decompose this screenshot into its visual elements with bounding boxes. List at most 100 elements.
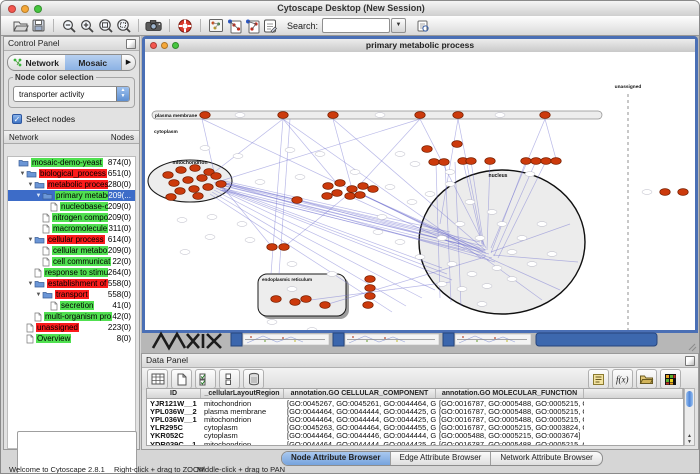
tree-row-mosaic-demo-yeast[interactable]: mosaic-demo-yeast874(0)	[8, 157, 135, 168]
vizmapper-icon[interactable]	[225, 18, 243, 34]
open-folder-icon[interactable]	[11, 18, 29, 34]
zoom-out-icon[interactable]	[60, 18, 78, 34]
column-header-ID[interactable]: ID	[147, 389, 201, 398]
minimized-window-icon[interactable]	[443, 333, 454, 346]
gene-node[interactable]	[216, 181, 226, 188]
annotation-icon[interactable]	[261, 18, 279, 34]
float-data-panel-icon[interactable]	[685, 356, 695, 366]
tree-row-multi-organism-pro[interactable]: multi-organism pro42(0)	[8, 311, 135, 322]
tree-expander-icon[interactable]: ▼	[35, 193, 42, 199]
gene-node[interactable]	[541, 158, 551, 165]
filter-icon[interactable]	[243, 18, 261, 34]
help-ring-icon[interactable]	[176, 18, 194, 34]
tab-overflow-arrow[interactable]: ▶	[121, 55, 135, 70]
table-scrollbar[interactable]: ▲▼	[684, 388, 695, 446]
select-attributes-icon[interactable]	[195, 369, 216, 389]
gene-node[interactable]	[551, 158, 561, 165]
column-header-_cellularLayoutRegion[interactable]: _cellularLayoutRegion	[201, 389, 284, 398]
gene-node[interactable]	[176, 167, 186, 174]
combo-stepper-icon[interactable]: ▲▼	[116, 87, 129, 101]
zoom-selected-icon[interactable]	[114, 18, 132, 34]
gene-node[interactable]	[290, 299, 300, 306]
gene-node[interactable]	[175, 188, 185, 195]
delete-attribute-icon[interactable]	[243, 369, 264, 389]
gene-node[interactable]	[203, 184, 213, 191]
tree-row-cell-communicat[interactable]: cell communicat22(0)	[8, 256, 135, 267]
scrollbar-thumb[interactable]	[686, 391, 693, 407]
nucleus-region[interactable]	[419, 170, 585, 314]
tree-row-unassigned[interactable]: unassigned223(0)	[8, 322, 135, 333]
gene-node[interactable]	[323, 183, 333, 190]
edge[interactable]	[545, 119, 556, 159]
gene-node[interactable]	[365, 285, 375, 292]
gene-node[interactable]	[660, 189, 670, 196]
gene-node[interactable]	[485, 158, 495, 165]
tree-row-biological-process[interactable]: ▼biological_process651(0)	[8, 168, 135, 179]
gene-node[interactable]	[169, 180, 179, 187]
label-list-icon[interactable]	[588, 369, 609, 389]
tree-row-macromolecule[interactable]: macromolecule311(0)	[8, 223, 135, 234]
gene-node[interactable]	[429, 159, 439, 166]
gene-node[interactable]	[193, 193, 203, 200]
gene-node[interactable]	[521, 158, 531, 165]
gene-node[interactable]	[415, 112, 425, 119]
tree-expander-icon[interactable]: ▼	[19, 171, 26, 177]
gene-node[interactable]	[183, 177, 193, 184]
tree-row-metabolic-process[interactable]: ▼metabolic process280(0)	[8, 179, 135, 190]
minimized-window-bar[interactable]	[536, 333, 657, 346]
tree-expander-icon[interactable]: ▼	[27, 237, 34, 243]
search-input[interactable]	[322, 18, 390, 33]
tree-header-network[interactable]: Network	[4, 133, 111, 142]
zoom-in-icon[interactable]	[78, 18, 96, 34]
tree-row-cellular-process[interactable]: ▼cellular process614(0)	[8, 234, 135, 245]
tree-row-nitrogen-compo[interactable]: nitrogen compo209(0)	[8, 212, 135, 223]
float-panel-icon[interactable]	[126, 39, 136, 49]
gene-node[interactable]	[279, 244, 289, 251]
unselect-attributes-icon[interactable]	[219, 369, 240, 389]
gene-node[interactable]	[531, 158, 541, 165]
tree-row-establishment-of-lo[interactable]: ▼establishment of lo558(0)	[8, 278, 135, 289]
gene-node[interactable]	[271, 296, 281, 303]
gene-node[interactable]	[335, 180, 345, 187]
tree-expander-icon[interactable]: ▼	[27, 182, 34, 188]
gene-node[interactable]	[363, 302, 373, 309]
table-row[interactable]: YDR039C__1mitochondrion[GO:0044464, GO:0…	[147, 440, 683, 446]
gene-node[interactable]	[453, 112, 463, 119]
gene-node[interactable]	[197, 175, 207, 182]
matrix-icon[interactable]	[660, 369, 681, 389]
gene-node[interactable]	[358, 183, 368, 190]
gene-node[interactable]	[166, 194, 176, 201]
edge[interactable]	[355, 119, 420, 190]
tree-row-secretion[interactable]: secretion41(0)	[8, 300, 135, 311]
tab-network[interactable]: Network	[8, 55, 65, 70]
function-builder-icon[interactable]: f(x)	[612, 369, 633, 389]
tree-expander-icon[interactable]: ▼	[27, 281, 34, 287]
gene-node[interactable]	[200, 112, 210, 119]
edge[interactable]	[202, 119, 486, 253]
new-attribute-icon[interactable]	[171, 369, 192, 389]
scrollbar-arrows[interactable]: ▲▼	[685, 433, 694, 445]
minimized-window-icon[interactable]	[333, 333, 344, 346]
gene-node[interactable]	[278, 112, 288, 119]
edge[interactable]	[212, 119, 283, 174]
advanced-search-icon[interactable]	[414, 18, 432, 34]
column-header-annotation.GO MOLECULAR_FUNCTION[interactable]: annotation.GO MOLECULAR_FUNCTION	[436, 389, 584, 398]
node-color-combo[interactable]: transporter activity ▲▼	[13, 86, 130, 102]
minimized-window-icon[interactable]	[231, 333, 242, 346]
gene-node[interactable]	[328, 112, 338, 119]
gene-node[interactable]	[540, 112, 550, 119]
gene-node[interactable]	[189, 186, 199, 193]
tab-mosaic[interactable]: Mosaic	[65, 55, 122, 70]
gene-node[interactable]	[355, 192, 365, 199]
tree-row-cellular-metabo[interactable]: cellular metabo209(0)	[8, 245, 135, 256]
gene-node[interactable]	[678, 189, 688, 196]
gene-node[interactable]	[267, 244, 277, 251]
gene-node[interactable]	[365, 276, 375, 283]
gene-node[interactable]	[422, 146, 432, 153]
search-dropdown-button[interactable]: ▼	[391, 18, 406, 33]
gene-node[interactable]	[301, 296, 311, 303]
network-canvas[interactable]: plasma membranecytoplasmmitochondrionnuc…	[145, 52, 695, 330]
gene-node[interactable]	[211, 173, 221, 180]
attribute-grid-icon[interactable]	[147, 369, 168, 389]
snapshot-icon[interactable]	[145, 18, 163, 34]
